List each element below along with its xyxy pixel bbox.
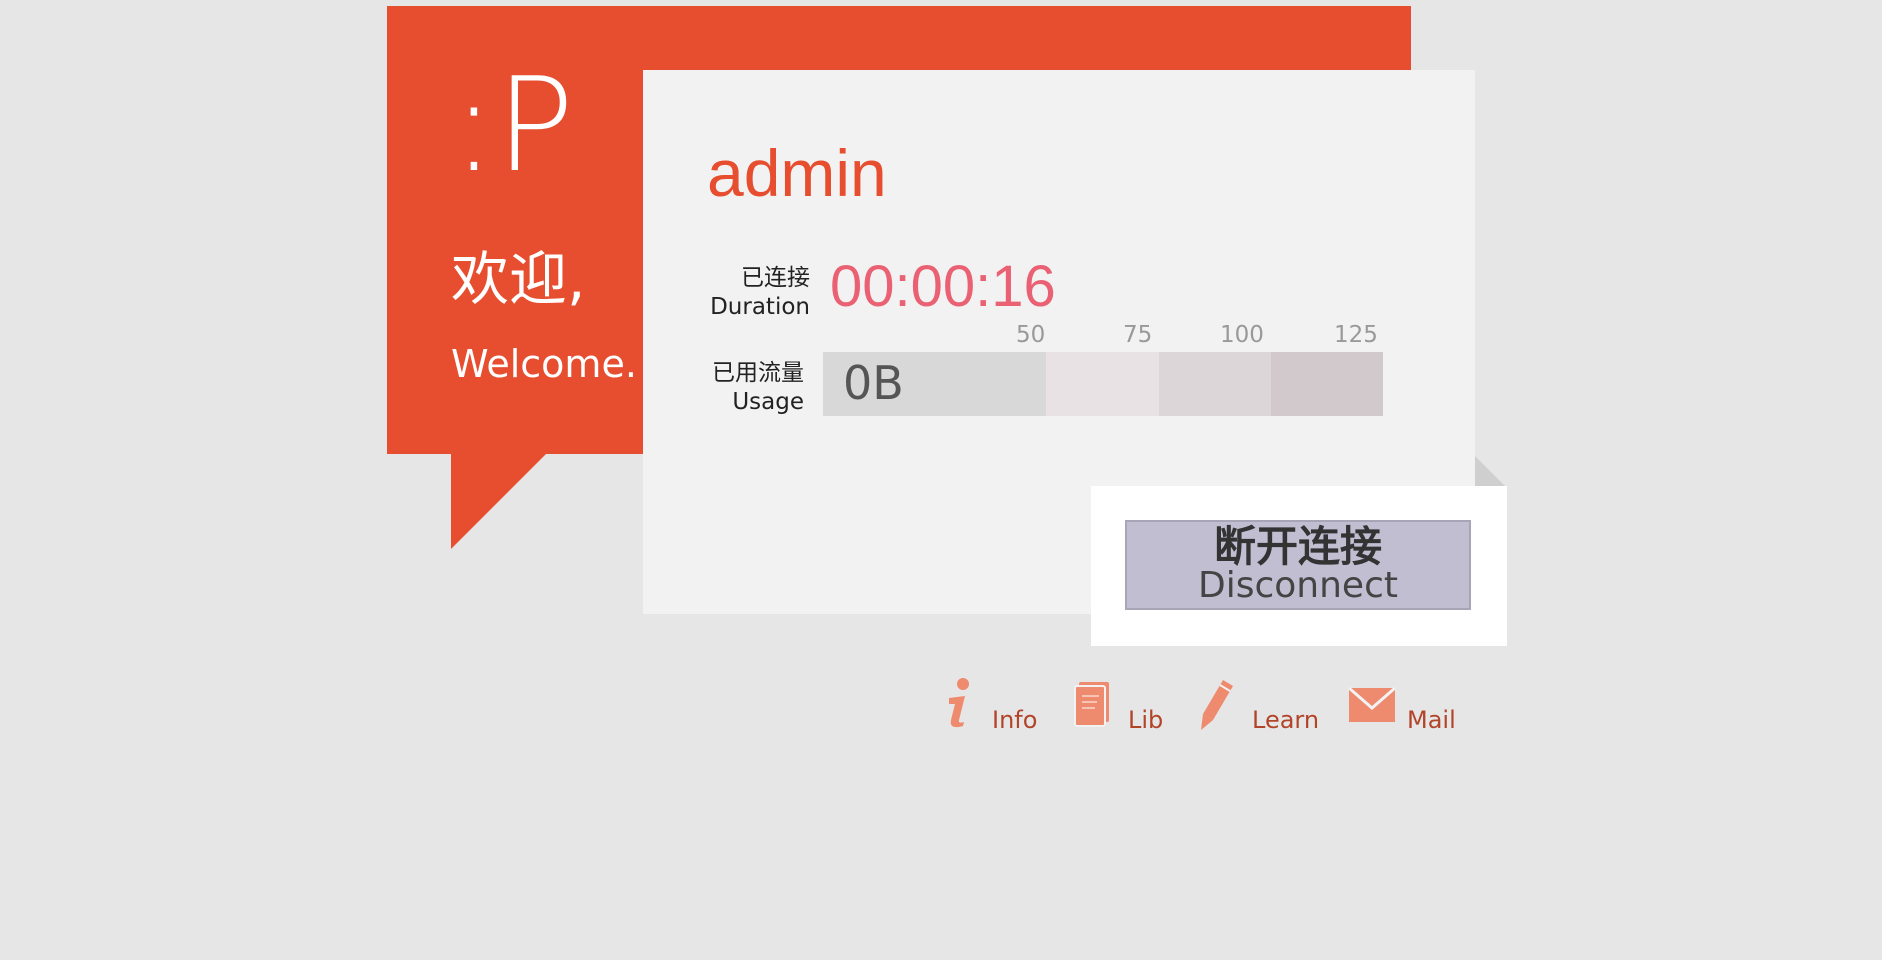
usage-bar-segment <box>1271 352 1383 416</box>
mail-icon <box>1348 686 1396 722</box>
usage-label-en: Usage <box>732 389 804 415</box>
info-icon <box>949 678 969 728</box>
info-link[interactable]: Info <box>943 676 1043 736</box>
usage-bar-segment <box>1046 352 1159 416</box>
learn-link-label: Learn <box>1252 706 1320 734</box>
mail-link[interactable]: Mail <box>1348 676 1468 736</box>
duration-label-en: Duration <box>710 294 810 320</box>
pencil-icon <box>1201 680 1233 730</box>
usage-bar <box>823 352 1383 416</box>
learn-link[interactable]: Learn <box>1197 676 1327 736</box>
info-link-label: Info <box>992 706 1038 734</box>
duration-label-cn: 已连接 <box>741 265 810 291</box>
welcome-text-en: Welcome. <box>451 342 637 386</box>
book-icon <box>1074 682 1109 727</box>
duration-value: 00:00:16 <box>830 254 1056 319</box>
usage-label-cn: 已用流量 <box>712 360 804 386</box>
speech-bubble-tail <box>451 453 547 549</box>
username: admin <box>707 136 887 210</box>
smiley-logo: :P <box>452 49 575 201</box>
usage-tick-125: 125 <box>1334 322 1378 348</box>
usage-tick-75: 75 <box>1123 322 1153 348</box>
usage-tick-50: 50 <box>1016 322 1046 348</box>
lib-link-label: Lib <box>1128 706 1164 734</box>
duration-label: 已连接 Duration <box>690 264 810 322</box>
disconnect-label-cn: 断开连接 <box>1213 522 1382 571</box>
usage-tick-100: 100 <box>1220 322 1264 348</box>
lib-link[interactable]: Lib <box>1073 676 1173 736</box>
mail-link-label: Mail <box>1407 706 1456 734</box>
disconnect-button[interactable]: 断开连接 Disconnect <box>1125 520 1471 610</box>
usage-bar-segment <box>1159 352 1271 416</box>
disconnect-label-en: Disconnect <box>1198 565 1398 606</box>
card-fold-corner <box>1475 456 1505 486</box>
usage-value: 0B <box>843 356 904 410</box>
usage-label: 已用流量 Usage <box>690 359 804 417</box>
welcome-text-cn: 欢迎, <box>451 245 586 313</box>
